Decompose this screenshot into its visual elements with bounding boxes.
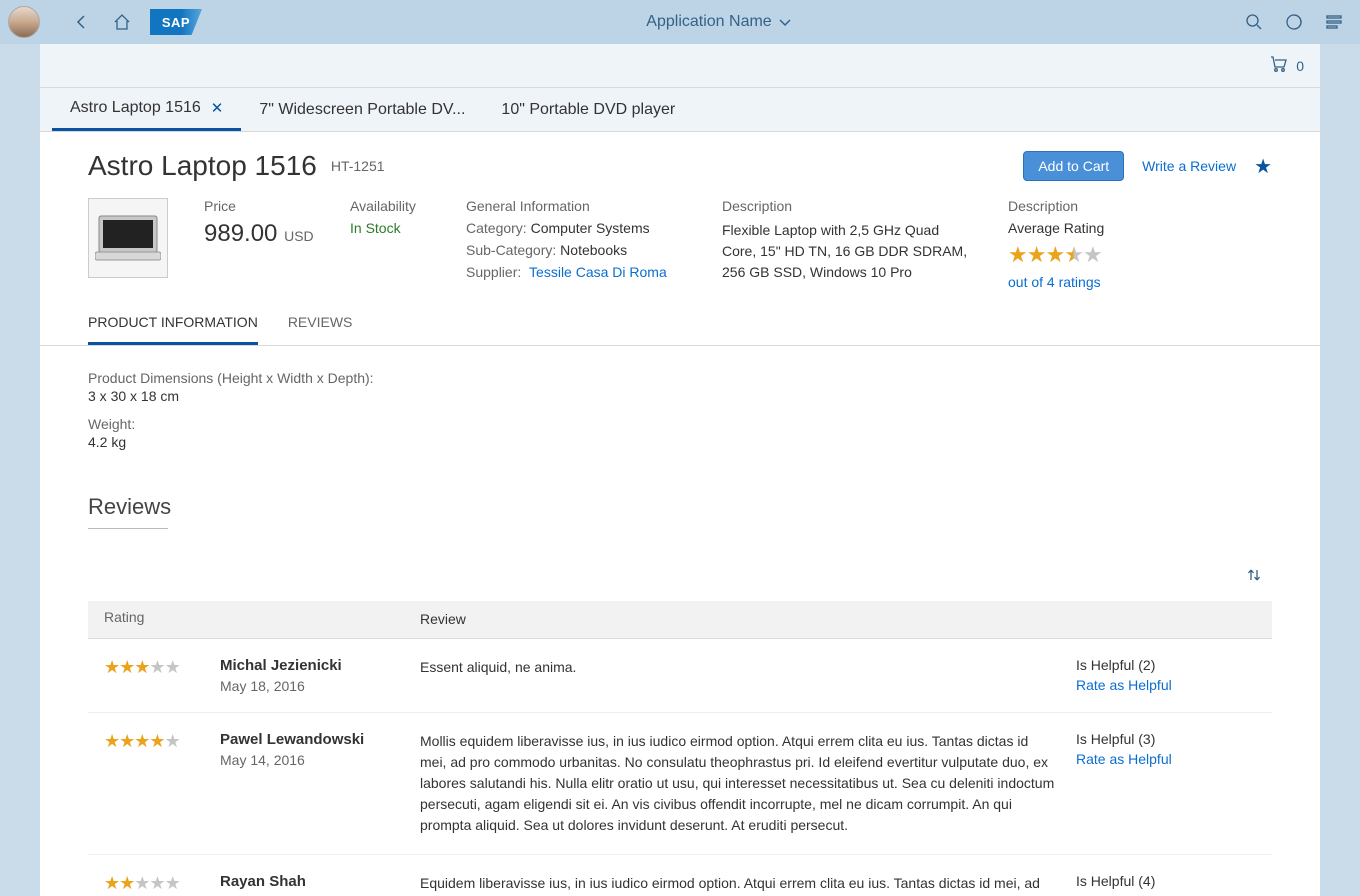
price-value: 989.00 USD bbox=[204, 220, 314, 248]
supplier-row: Supplier: Tessile Casa Di Roma bbox=[466, 264, 686, 280]
search-icon[interactable] bbox=[1236, 4, 1272, 40]
reviews-heading: Reviews bbox=[40, 470, 1320, 528]
product-image bbox=[88, 198, 168, 278]
table-header: Rating Review bbox=[88, 601, 1272, 639]
review-text: Essent aliquid, ne anima. bbox=[420, 657, 1076, 694]
price-label: Price bbox=[204, 198, 314, 214]
subcategory-row: Sub-Category: Notebooks bbox=[466, 242, 686, 258]
availability-label: Availability bbox=[350, 198, 430, 214]
product-id: HT-1251 bbox=[331, 158, 385, 174]
col-rating-header: Rating bbox=[104, 609, 420, 630]
page: 0 Astro Laptop 1516✕7" Widescreen Portab… bbox=[40, 44, 1320, 896]
app-title[interactable]: Application Name bbox=[202, 13, 1236, 31]
info-tab[interactable]: REVIEWS bbox=[288, 302, 353, 345]
cart-count: 0 bbox=[1296, 58, 1304, 74]
chevron-down-icon bbox=[778, 15, 792, 29]
availability-value: In Stock bbox=[350, 220, 430, 236]
cart-icon[interactable] bbox=[1270, 55, 1288, 76]
review-stars: ★★★★★ bbox=[104, 657, 200, 694]
description-label: Description bbox=[722, 198, 972, 214]
weight-value: 4.2 kg bbox=[88, 434, 1272, 450]
shell-header: SAP Application Name bbox=[0, 0, 1360, 44]
table-row: ★★★★★ Michal Jezienicki May 18, 2016 Essent… bbox=[88, 639, 1272, 713]
product-tab[interactable]: 10" Portable DVD player bbox=[483, 88, 693, 131]
helpful-count: Is Helpful (3) bbox=[1076, 731, 1256, 747]
avg-rating-stars: ★★★★★ bbox=[1008, 242, 1104, 268]
review-stars: ★★★★★ bbox=[104, 873, 200, 896]
table-row: ★★★★★ Pawel Lewandowski May 14, 2016 Mollis… bbox=[88, 713, 1272, 855]
review-stars: ★★★★★ bbox=[104, 731, 200, 836]
description-label-2: Description bbox=[1008, 198, 1104, 214]
category-row: Category: Computer Systems bbox=[466, 220, 686, 236]
reviewer-name: Rayan Shah bbox=[220, 873, 306, 890]
reviews-toolbar bbox=[40, 549, 1320, 601]
dimensions-value: 3 x 30 x 18 cm bbox=[88, 388, 1272, 404]
notifications-icon[interactable] bbox=[1316, 4, 1352, 40]
reviewer-name: Michal Jezienicki bbox=[220, 657, 342, 674]
home-icon[interactable] bbox=[104, 4, 140, 40]
sap-logo: SAP bbox=[150, 9, 202, 35]
rate-helpful-link[interactable]: Rate as Helpful bbox=[1076, 751, 1256, 767]
dimensions-label: Product Dimensions (Height x Width x Dep… bbox=[88, 370, 1272, 386]
cart-bar: 0 bbox=[40, 44, 1320, 88]
info-tabs: PRODUCT INFORMATION REVIEWS bbox=[40, 302, 1320, 346]
review-date: May 18, 2016 bbox=[220, 678, 342, 694]
product-tab[interactable]: Astro Laptop 1516✕ bbox=[52, 88, 241, 131]
reviewer-name: Pawel Lewandowski bbox=[220, 731, 364, 748]
review-text: Equidem liberavisse ius, in ius iudico e… bbox=[420, 873, 1076, 896]
favorite-icon[interactable]: ★ bbox=[1254, 154, 1272, 179]
close-icon[interactable]: ✕ bbox=[211, 99, 224, 117]
page-title: Astro Laptop 1516 bbox=[88, 150, 317, 182]
reviews-table: Rating Review ★★★★★ Michal Jezienicki May … bbox=[88, 601, 1272, 896]
review-date: May 14, 2016 bbox=[220, 752, 364, 768]
table-row: ★★★★★Rayan ShahMay 10, 2016Equidem liber… bbox=[88, 855, 1272, 896]
avg-rating-label: Average Rating bbox=[1008, 220, 1104, 236]
product-tabs: Astro Laptop 1516✕7" Widescreen Portable… bbox=[40, 88, 1320, 132]
review-text: Mollis equidem liberavisse ius, in ius i… bbox=[420, 731, 1076, 836]
description-text: Flexible Laptop with 2,5 GHz Quad Core, … bbox=[722, 220, 972, 283]
weight-label: Weight: bbox=[88, 416, 1272, 432]
rate-helpful-link[interactable]: Rate as Helpful bbox=[1076, 677, 1256, 693]
sort-icon[interactable] bbox=[1236, 557, 1272, 593]
info-tab[interactable]: PRODUCT INFORMATION bbox=[88, 302, 258, 345]
avatar[interactable] bbox=[8, 6, 40, 38]
add-to-cart-button[interactable]: Add to Cart bbox=[1023, 151, 1124, 181]
product-info-section: Product Dimensions (Height x Width x Dep… bbox=[40, 346, 1320, 470]
helpful-count: Is Helpful (2) bbox=[1076, 657, 1256, 673]
col-review-header: Review bbox=[420, 609, 1076, 630]
ratings-count-link[interactable]: out of 4 ratings bbox=[1008, 274, 1104, 290]
copilot-icon[interactable] bbox=[1276, 4, 1312, 40]
write-review-link[interactable]: Write a Review bbox=[1142, 158, 1236, 174]
back-icon[interactable] bbox=[64, 4, 100, 40]
object-header: Astro Laptop 1516 HT-1251 Add to Cart Wr… bbox=[40, 132, 1320, 302]
general-info-label: General Information bbox=[466, 198, 686, 214]
product-tab[interactable]: 7" Widescreen Portable DV... bbox=[241, 88, 483, 131]
helpful-count: Is Helpful (4) bbox=[1076, 873, 1256, 889]
supplier-link[interactable]: Tessile Casa Di Roma bbox=[529, 264, 667, 280]
